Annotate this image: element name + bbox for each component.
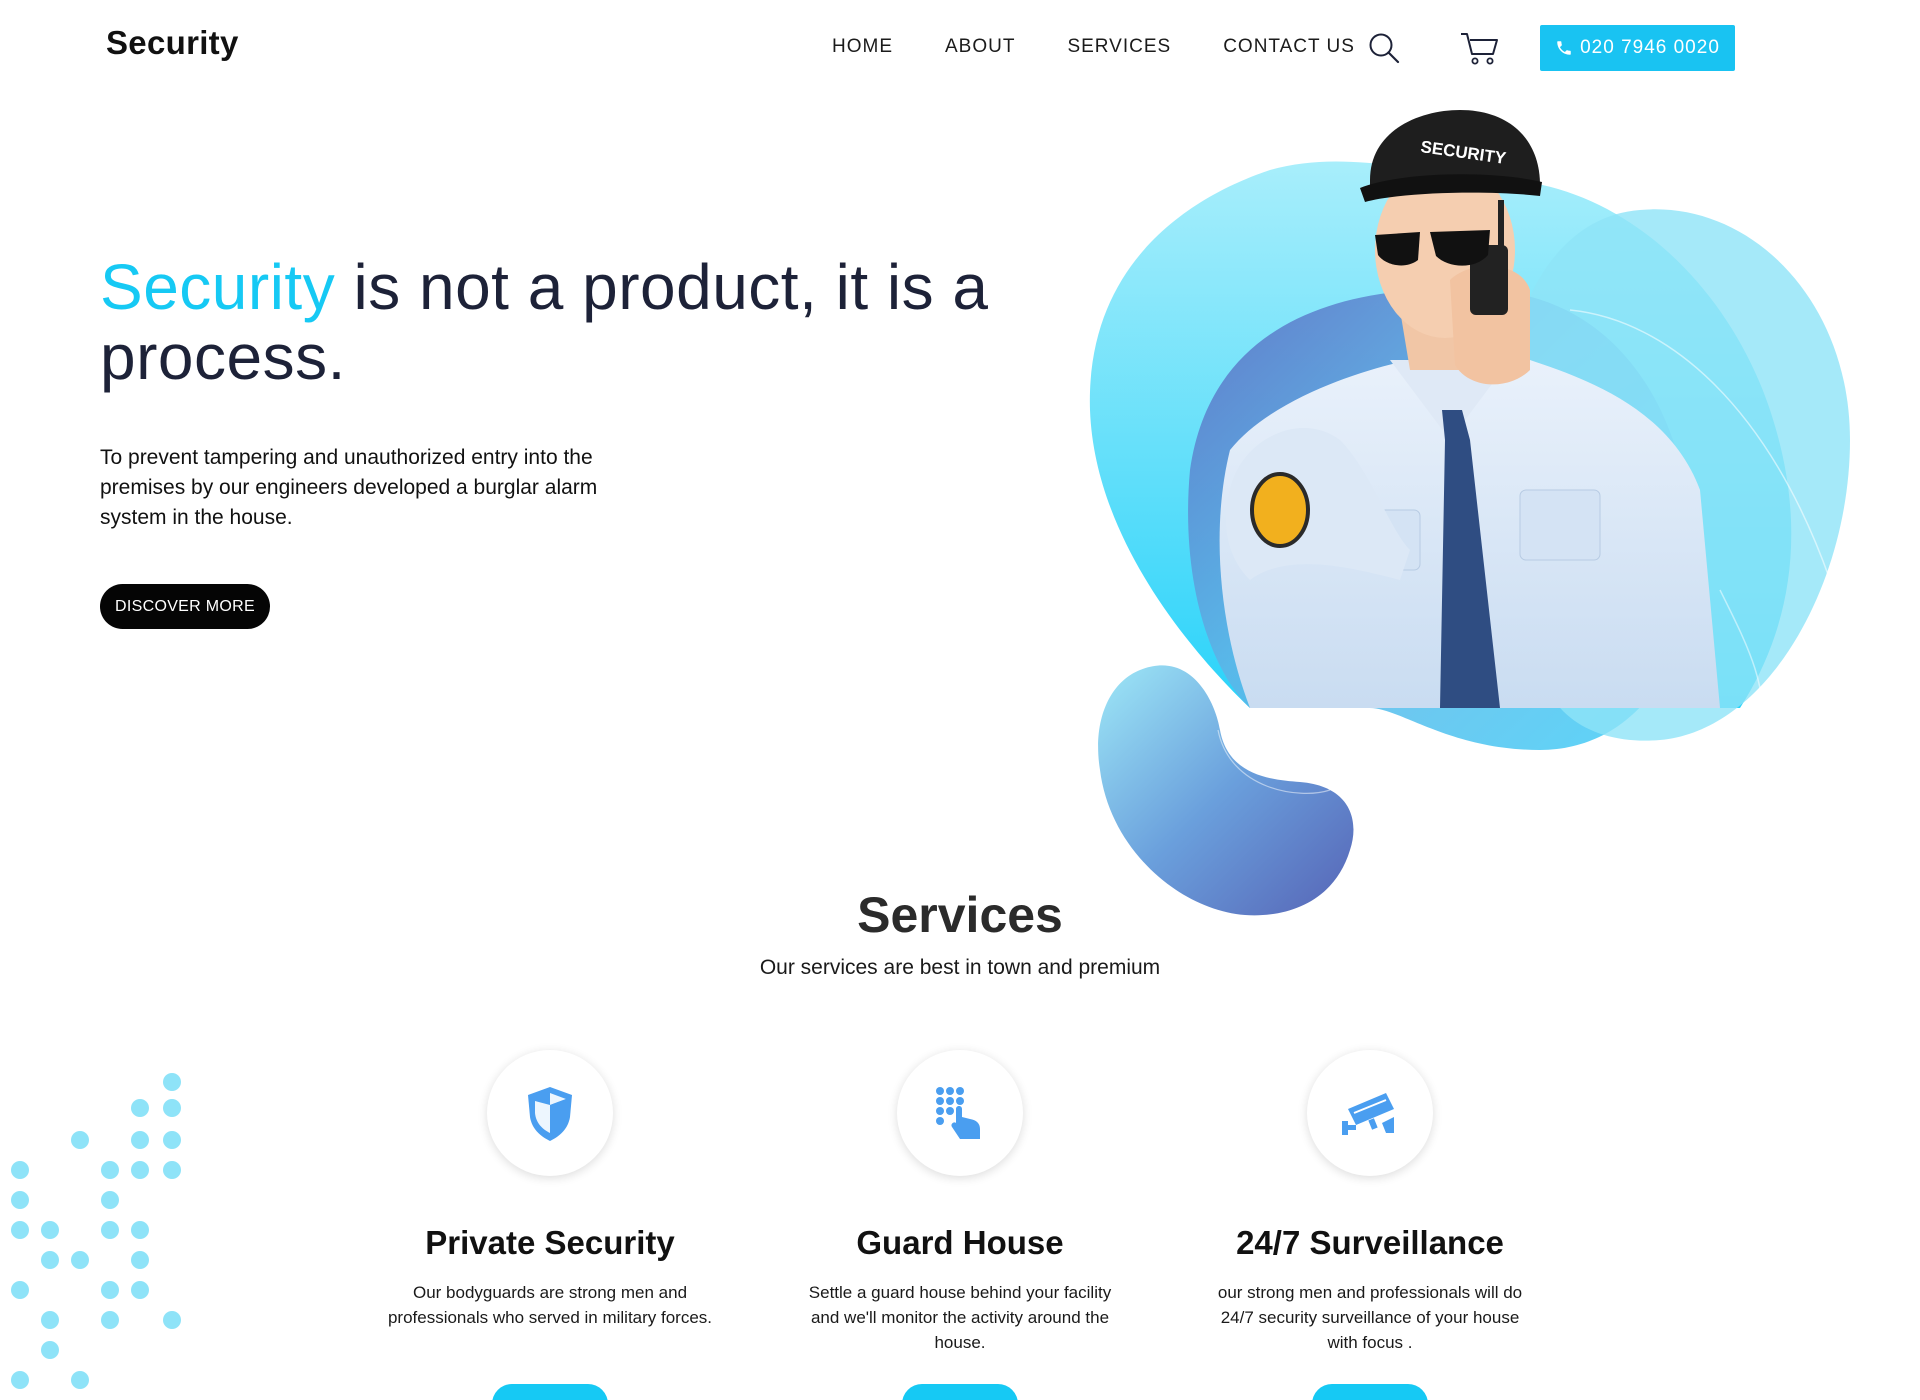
decor-dot	[131, 1251, 149, 1269]
decor-dot	[41, 1311, 59, 1329]
service-title: 24/7 Surveillance	[1236, 1224, 1504, 1261]
cctv-camera-icon	[1342, 1093, 1394, 1135]
decor-dot	[131, 1281, 149, 1299]
decor-dot-pattern	[11, 1073, 181, 1389]
services-title: Services	[857, 887, 1063, 943]
decor-dot	[131, 1131, 149, 1149]
decor-dot	[131, 1161, 149, 1179]
decor-dot	[163, 1073, 181, 1091]
decor-dot	[101, 1191, 119, 1209]
service-description: Settle a guard house behind your facilit…	[808, 1283, 1112, 1352]
decor-dot	[101, 1311, 119, 1329]
service-read-more-button[interactable]	[492, 1384, 608, 1400]
search-icon[interactable]	[1368, 32, 1400, 64]
decor-dot	[163, 1131, 181, 1149]
hero-illustration: SECURITY	[1089, 110, 1850, 916]
decor-dot	[41, 1251, 59, 1269]
decor-dot	[71, 1371, 89, 1389]
decor-dot	[163, 1311, 181, 1329]
service-card-surveillance: 24/7 Surveillance our strong men and pro…	[1200, 1050, 1540, 1400]
cart-icon[interactable]	[1460, 30, 1500, 66]
decor-dot	[11, 1191, 29, 1209]
decor-dot	[41, 1341, 59, 1359]
nav-contact-link[interactable]: CONTACT US	[1223, 36, 1355, 58]
hero-title: Security is not a product, it is a proce…	[100, 252, 1000, 392]
decor-dot	[163, 1099, 181, 1117]
decor-dot	[101, 1161, 119, 1179]
hero-description: To prevent tampering and unauthorized en…	[100, 446, 598, 529]
shield-icon	[528, 1087, 572, 1141]
decor-dot	[101, 1221, 119, 1239]
decor-dot	[131, 1221, 149, 1239]
discover-more-button[interactable]: DISCOVER MORE	[100, 584, 270, 629]
decor-dot	[71, 1131, 89, 1149]
nav-services-link[interactable]: SERVICES	[1067, 36, 1171, 58]
nav-about-link[interactable]: ABOUT	[945, 36, 1015, 58]
service-card-guard-house: Guard House Settle a guard house behind …	[790, 1050, 1130, 1400]
service-read-more-button[interactable]	[902, 1384, 1018, 1400]
phone-icon	[1557, 41, 1571, 55]
decor-dot	[163, 1161, 181, 1179]
site-logo[interactable]: Security	[106, 24, 239, 62]
nav-home-link[interactable]: HOME	[832, 36, 893, 58]
service-title: Private Security	[425, 1224, 675, 1261]
decor-dot	[11, 1371, 29, 1389]
decor-dot	[11, 1221, 29, 1239]
phone-call-button[interactable]: 020 7946 0020	[1540, 25, 1735, 71]
hero-title-accent: Security	[100, 251, 336, 323]
decor-dot	[101, 1281, 119, 1299]
decor-dot	[41, 1221, 59, 1239]
service-description: Our bodyguards are strong men and profes…	[387, 1283, 713, 1327]
services-subtitle: Our services are best in town and premiu…	[759, 956, 1161, 979]
decor-dot	[71, 1251, 89, 1269]
decor-dot	[11, 1161, 29, 1179]
service-icon-circle	[897, 1050, 1023, 1176]
main-nav: HOME ABOUT SERVICES CONTACT US	[832, 36, 1355, 58]
decor-dot	[131, 1099, 149, 1117]
service-read-more-button[interactable]	[1312, 1384, 1428, 1400]
service-title: Guard House	[856, 1224, 1064, 1261]
service-card-private-security: Private Security Our bodyguards are stro…	[380, 1050, 720, 1400]
phone-number: 020 7946 0020	[1580, 37, 1720, 58]
decor-dot	[11, 1281, 29, 1299]
service-icon-circle	[487, 1050, 613, 1176]
service-icon-circle	[1307, 1050, 1433, 1176]
keypad-icon	[936, 1087, 980, 1139]
service-description: our strong men and professionals will do…	[1217, 1283, 1523, 1352]
